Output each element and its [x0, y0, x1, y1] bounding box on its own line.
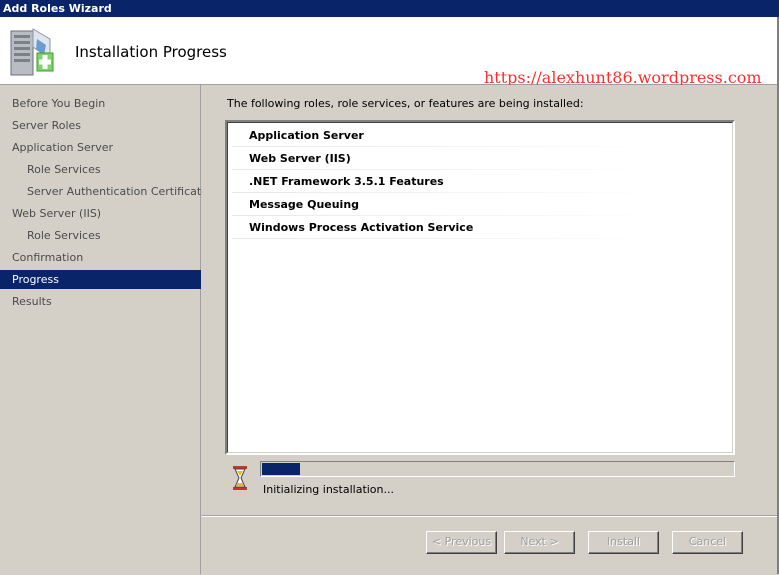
sidebar-item-app-role-services[interactable]: Role Services	[0, 160, 201, 179]
list-item: .NET Framework 3.5.1 Features	[228, 170, 668, 193]
install-button[interactable]: Install	[588, 531, 659, 554]
previous-button[interactable]: < Previous	[426, 531, 497, 554]
roles-list-frame: Application Server Web Server (IIS) .NET…	[227, 122, 733, 453]
sidebar-item-before-you-begin[interactable]: Before You Begin	[0, 94, 201, 113]
cancel-button[interactable]: Cancel	[672, 531, 743, 554]
list-item: Windows Process Activation Service	[228, 216, 668, 239]
sidebar-item-application-server[interactable]: Application Server	[0, 138, 201, 157]
hourglass-icon	[233, 466, 247, 490]
window-title: Add Roles Wizard	[3, 2, 112, 15]
wizard-steps-sidebar: Before You Begin Server Roles Applicatio…	[0, 85, 208, 574]
sidebar-item-web-role-services[interactable]: Role Services	[0, 226, 201, 245]
page-title: Installation Progress	[75, 43, 227, 61]
sidebar-item-web-server-iis[interactable]: Web Server (IIS)	[0, 204, 201, 223]
server-add-icon	[10, 28, 54, 76]
roles-list[interactable]: Application Server Web Server (IIS) .NET…	[225, 120, 735, 455]
sidebar-item-server-auth-certificate[interactable]: Server Authentication Certificate	[0, 182, 208, 201]
progress-fill	[262, 463, 300, 475]
window-title-bar[interactable]: Add Roles Wizard	[0, 0, 779, 17]
list-item: Application Server	[228, 124, 668, 147]
list-item: Web Server (IIS)	[228, 147, 668, 170]
intro-text: The following roles, role services, or f…	[227, 97, 584, 110]
install-progress-bar	[260, 461, 735, 477]
sidebar-item-results[interactable]: Results	[0, 292, 201, 311]
main-content: The following roles, role services, or f…	[202, 85, 777, 515]
sidebar-item-progress[interactable]: Progress	[0, 270, 201, 289]
next-button[interactable]: Next >	[504, 531, 575, 554]
list-item: Message Queuing	[228, 193, 668, 216]
progress-status-text: Initializing installation...	[263, 483, 395, 496]
wizard-footer: < Previous Next > Install Cancel	[202, 515, 777, 575]
sidebar-item-confirmation[interactable]: Confirmation	[0, 248, 201, 267]
sidebar-item-server-roles[interactable]: Server Roles	[0, 116, 201, 135]
